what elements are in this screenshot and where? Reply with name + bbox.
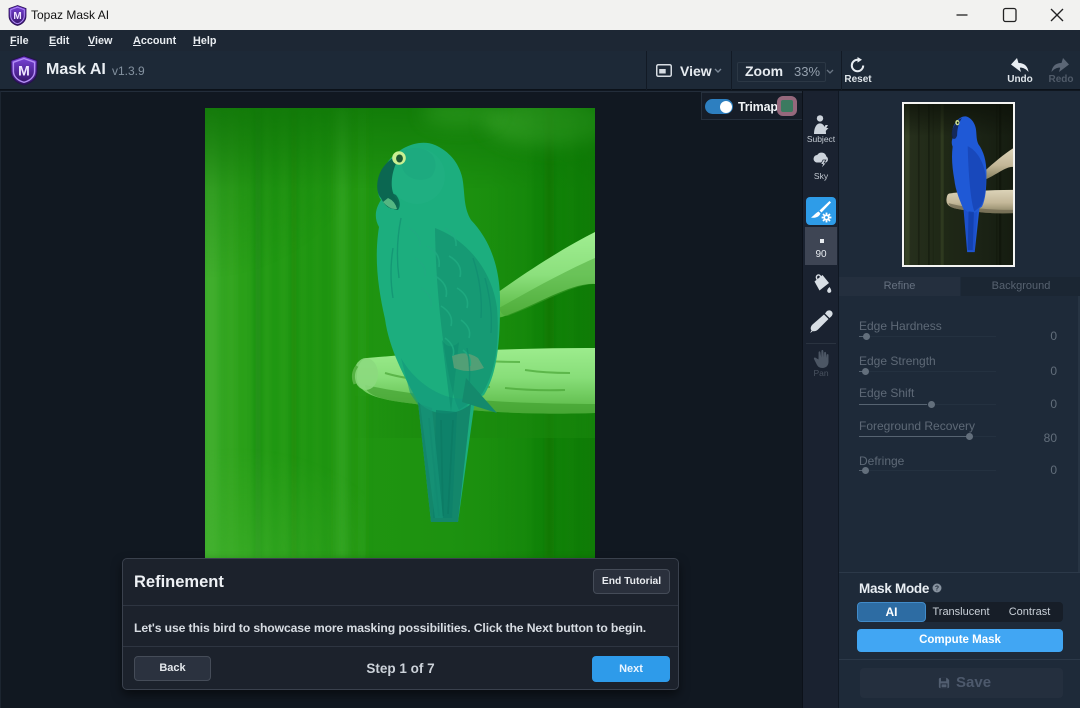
svg-text:M: M — [18, 63, 30, 79]
svg-text:?: ? — [935, 585, 939, 592]
svg-text:M: M — [13, 11, 21, 22]
